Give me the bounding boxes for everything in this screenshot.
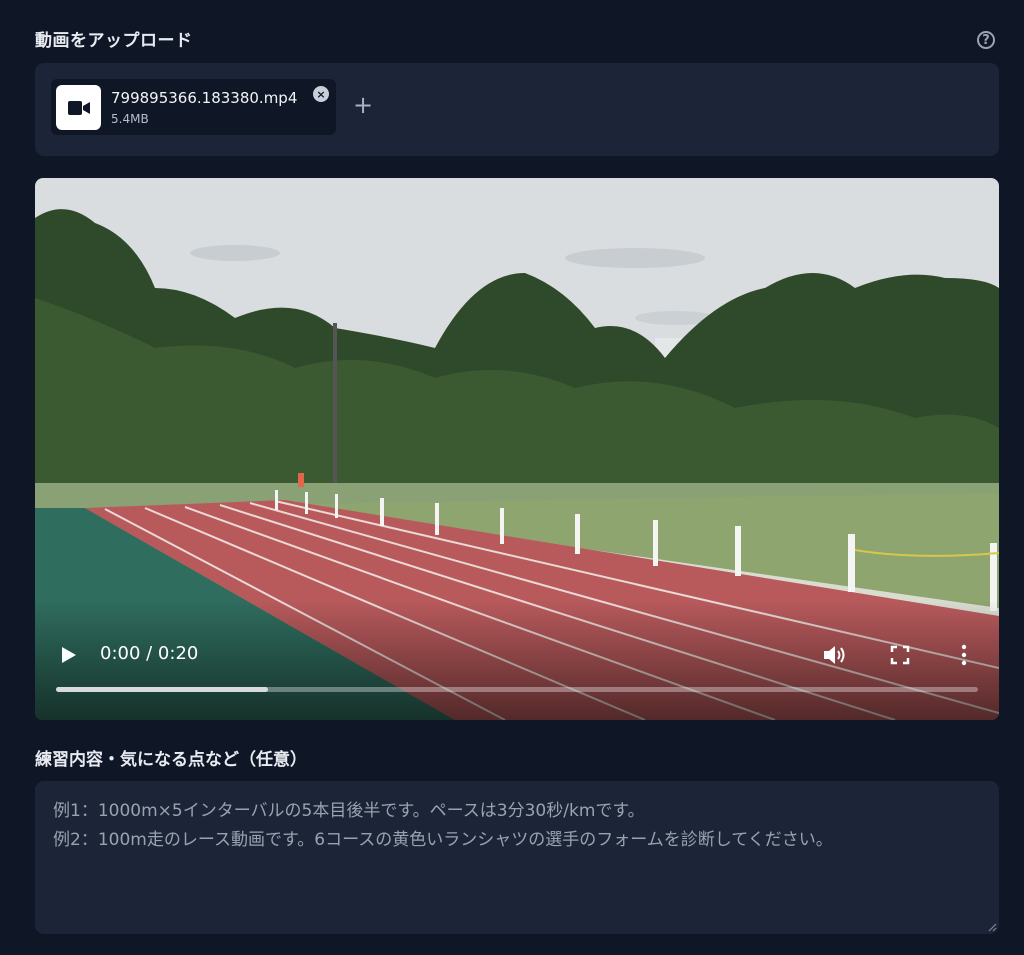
volume-icon[interactable] bbox=[822, 643, 848, 667]
add-file-button[interactable]: + bbox=[353, 92, 373, 118]
notes-label: 練習内容・気になる点など（任意） bbox=[35, 750, 307, 770]
uploaded-file-chip: 799895366.183380.mp4 5.4MB × bbox=[51, 79, 336, 135]
remove-file-icon[interactable]: × bbox=[313, 86, 329, 102]
upload-title: 動画をアップロード bbox=[35, 31, 193, 51]
upload-dropzone[interactable]: 799895366.183380.mp4 5.4MB × + bbox=[35, 63, 999, 156]
progress-bar[interactable] bbox=[56, 687, 978, 692]
time-display: 0:00 / 0:20 bbox=[100, 643, 199, 664]
notes-placeholder: 例1：1000m×5インターバルの5本目後半です。ペースは3分30秒/kmです。… bbox=[53, 801, 833, 850]
resize-handle-icon[interactable] bbox=[987, 922, 997, 932]
help-icon[interactable]: ? bbox=[977, 31, 995, 49]
video-camera-icon bbox=[56, 85, 101, 130]
file-name: 799895366.183380.mp4 bbox=[111, 89, 298, 107]
more-options-icon[interactable] bbox=[960, 644, 968, 666]
progress-bar-fill bbox=[56, 687, 269, 692]
upload-form: 動画をアップロード ? 799895366.183380.mp4 5.4MB ×… bbox=[0, 0, 1024, 955]
play-icon[interactable] bbox=[60, 645, 78, 665]
notes-textarea[interactable]: 例1：1000m×5インターバルの5本目後半です。ペースは3分30秒/kmです。… bbox=[35, 781, 999, 934]
fullscreen-icon[interactable] bbox=[890, 645, 910, 665]
video-player[interactable]: 0:00 / 0:20 bbox=[35, 178, 999, 720]
file-size: 5.4MB bbox=[111, 112, 149, 126]
